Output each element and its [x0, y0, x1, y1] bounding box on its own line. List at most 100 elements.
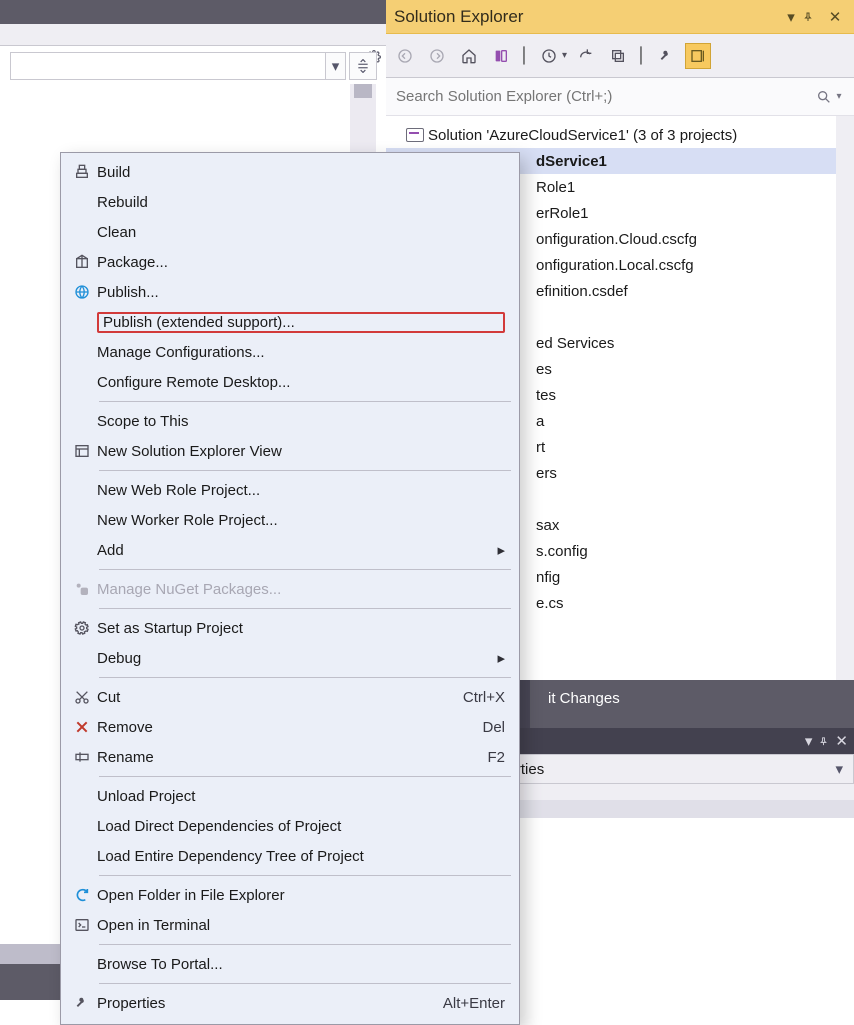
menu-item-rebuild[interactable]: Rebuild — [61, 187, 519, 217]
menu-item-label: Debug — [97, 650, 497, 667]
menu-item-load-entire-dependency-tree-of-project[interactable]: Load Entire Dependency Tree of Project — [61, 841, 519, 871]
tree-item-label: sax — [536, 517, 559, 534]
menu-item-label: Manage NuGet Packages... — [97, 581, 505, 598]
menu-item-new-web-role-project[interactable]: New Web Role Project... — [61, 475, 519, 505]
menu-separator — [99, 569, 511, 570]
menu-item-publish[interactable]: Publish... — [61, 277, 519, 307]
menu-item-package[interactable]: Package... — [61, 247, 519, 277]
menu-item-manage-nuget-packages: Manage NuGet Packages... — [61, 574, 519, 604]
remove-icon — [67, 719, 97, 735]
chevron-down-icon[interactable]: ▾ — [780, 8, 802, 26]
tree-item-label: ers — [536, 465, 557, 482]
home-icon[interactable] — [456, 43, 482, 69]
rename-icon — [67, 749, 97, 765]
search-input[interactable] — [396, 88, 816, 105]
menu-shortcut: Ctrl+X — [463, 689, 505, 706]
menu-separator — [99, 470, 511, 471]
sync-icon[interactable] — [573, 43, 599, 69]
menu-item-manage-configurations[interactable]: Manage Configurations... — [61, 337, 519, 367]
build-icon — [67, 164, 97, 180]
menu-item-set-as-startup-project[interactable]: Set as Startup Project — [61, 613, 519, 643]
menu-item-add[interactable]: Add▸ — [61, 535, 519, 565]
menu-item-label: Package... — [97, 254, 505, 271]
newview-icon — [67, 443, 97, 459]
menu-item-debug[interactable]: Debug▸ — [61, 643, 519, 673]
tree-item-label: efinition.csdef — [536, 283, 628, 300]
menu-item-rename[interactable]: RenameF2 — [61, 742, 519, 772]
menu-item-label: Load Entire Dependency Tree of Project — [97, 848, 505, 865]
menu-item-new-solution-explorer-view[interactable]: New Solution Explorer View — [61, 436, 519, 466]
menu-item-open-in-terminal[interactable]: Open in Terminal — [61, 910, 519, 940]
tree-item-label: dService1 — [536, 153, 607, 170]
menu-item-cut[interactable]: CutCtrl+X — [61, 682, 519, 712]
wrench-icon[interactable] — [653, 43, 679, 69]
menu-item-new-worker-role-project[interactable]: New Worker Role Project... — [61, 505, 519, 535]
pin-icon[interactable] — [818, 736, 829, 747]
solution-node[interactable]: Solution 'AzureCloudService1' (3 of 3 pr… — [386, 122, 854, 148]
pending-changes-icon[interactable] — [536, 43, 562, 69]
chevron-down-icon[interactable]: ▾ — [805, 732, 813, 750]
menu-separator — [99, 776, 511, 777]
chevron-down-icon[interactable]: ▾ — [834, 91, 844, 102]
menu-item-label: New Solution Explorer View — [97, 443, 505, 460]
close-icon[interactable]: ✕ — [835, 732, 848, 750]
editor-nav-combo[interactable]: ▾ — [10, 52, 346, 80]
tree-item-label: e.cs — [536, 595, 564, 612]
menu-item-label: Configure Remote Desktop... — [97, 374, 505, 391]
menu-item-label: Clean — [97, 224, 505, 241]
menu-item-label: Browse To Portal... — [97, 956, 505, 973]
collapse-all-icon[interactable] — [605, 43, 631, 69]
menu-item-clean[interactable]: Clean — [61, 217, 519, 247]
menu-item-remove[interactable]: RemoveDel — [61, 712, 519, 742]
close-icon[interactable]: ✕ — [824, 8, 846, 26]
pin-icon[interactable] — [802, 11, 824, 23]
menu-item-build[interactable]: Build — [61, 157, 519, 187]
menu-separator — [99, 944, 511, 945]
menu-item-publish-extended-support[interactable]: Publish (extended support)... — [61, 307, 519, 337]
publish-icon — [67, 284, 97, 300]
menu-item-unload-project[interactable]: Unload Project — [61, 781, 519, 811]
tree-scrollbar[interactable] — [836, 116, 854, 681]
context-menu: Build Rebuild Clean Package... Publish...Pub… — [60, 152, 520, 1025]
menu-item-properties[interactable]: PropertiesAlt+Enter — [61, 988, 519, 1018]
menu-item-open-folder-in-file-explorer[interactable]: Open Folder in File Explorer — [61, 880, 519, 910]
menu-item-label: Remove — [97, 719, 482, 736]
menu-item-label: Add — [97, 542, 497, 559]
tree-item-label: rt — [536, 439, 545, 456]
tree-item-label: erRole1 — [536, 205, 589, 222]
solution-label: Solution 'AzureCloudService1' (3 of 3 pr… — [428, 127, 737, 144]
menu-item-configure-remote-desktop[interactable]: Configure Remote Desktop... — [61, 367, 519, 397]
open-icon — [67, 887, 97, 903]
switch-views-icon[interactable] — [488, 43, 514, 69]
menu-item-load-direct-dependencies-of-project[interactable]: Load Direct Dependencies of Project — [61, 811, 519, 841]
search-icon[interactable] — [816, 89, 832, 105]
wrench-icon — [67, 995, 97, 1011]
menu-item-label: Cut — [97, 689, 463, 706]
chevron-down-icon[interactable]: ▾ — [835, 760, 843, 778]
menu-item-label: Rebuild — [97, 194, 505, 211]
chevron-down-icon[interactable]: ▾ — [325, 53, 345, 79]
back-icon[interactable] — [392, 43, 418, 69]
tree-item-label: Role1 — [536, 179, 575, 196]
tab-git-changes[interactable]: it Changes — [530, 680, 638, 728]
menu-item-label: Rename — [97, 749, 487, 766]
panel-title: Solution Explorer — [394, 7, 780, 27]
menu-shortcut: Alt+Enter — [443, 995, 505, 1012]
solution-explorer-search[interactable]: ▾ — [386, 78, 854, 116]
menu-separator — [99, 608, 511, 609]
editor-dark-band — [0, 0, 386, 24]
menu-item-label: New Worker Role Project... — [97, 512, 505, 529]
menu-item-browse-to-portal[interactable]: Browse To Portal... — [61, 949, 519, 979]
submenu-arrow-icon: ▸ — [497, 541, 505, 559]
tree-item-label: s.config — [536, 543, 588, 560]
menu-item-label: Load Direct Dependencies of Project — [97, 818, 505, 835]
toolbar-separator: │ — [637, 47, 647, 64]
gear-icon — [67, 620, 97, 636]
menu-item-scope-to-this[interactable]: Scope to This — [61, 406, 519, 436]
forward-icon[interactable] — [424, 43, 450, 69]
split-icon[interactable] — [349, 52, 377, 80]
menu-separator — [99, 401, 511, 402]
menu-separator — [99, 875, 511, 876]
menu-separator — [99, 983, 511, 984]
preview-selected-icon[interactable] — [685, 43, 711, 69]
